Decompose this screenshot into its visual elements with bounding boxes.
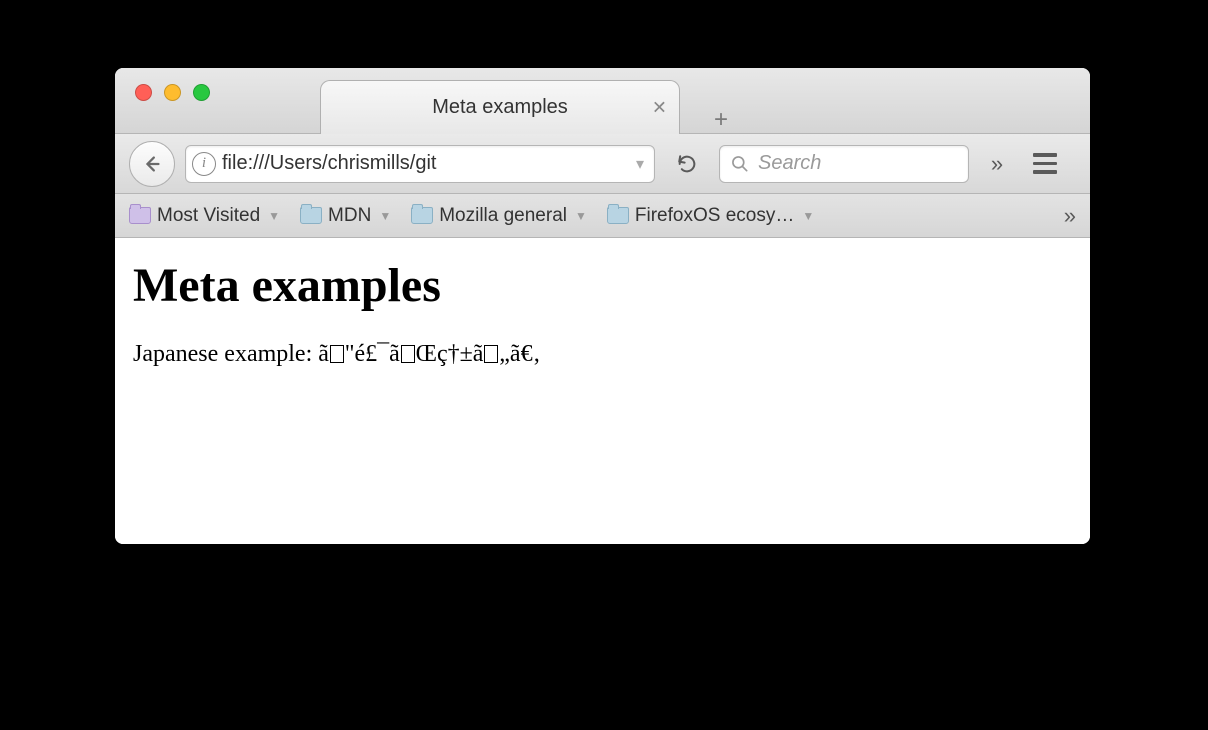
back-button[interactable] [129, 141, 175, 187]
bookmark-firefoxos[interactable]: FirefoxOS ecosy… ▼ [607, 205, 814, 227]
bookmark-label: MDN [328, 205, 371, 227]
close-window-button[interactable] [135, 84, 152, 101]
url-text: file:///Users/chrismills/git [222, 152, 626, 175]
paragraph-prefix: Japanese example: [133, 341, 318, 367]
minimize-window-button[interactable] [164, 84, 181, 101]
navigation-toolbar: i file:///Users/chrismills/git ▾ » [115, 134, 1090, 194]
page-content: Meta examples Japanese example: ã"é£¯ãŒç… [115, 238, 1090, 544]
titlebar: Meta examples ✕ + [115, 68, 1090, 134]
folder-icon [607, 207, 629, 224]
reload-icon [676, 153, 698, 175]
bookmark-mdn[interactable]: MDN ▼ [300, 205, 391, 227]
bookmarks-toolbar: Most Visited ▼ MDN ▼ Mozilla general ▼ F… [115, 194, 1090, 238]
tab-title: Meta examples [432, 96, 568, 119]
tab-strip: Meta examples ✕ + [320, 68, 734, 134]
search-bar[interactable] [719, 145, 969, 183]
browser-window: Meta examples ✕ + i file:///Users/chrism… [115, 68, 1090, 544]
hamburger-icon [1033, 153, 1057, 157]
reload-button[interactable] [665, 145, 709, 183]
mojibake-text: ã"é£¯ãŒç†±ã„ã€‚ [318, 341, 540, 367]
arrow-left-icon [141, 153, 163, 175]
folder-icon [129, 207, 151, 224]
window-controls [115, 68, 210, 101]
tofu-box-icon [484, 345, 498, 363]
chevron-down-icon: ▼ [575, 209, 587, 223]
chevron-down-icon: ▼ [379, 209, 391, 223]
folder-icon [300, 207, 322, 224]
search-input[interactable] [758, 152, 958, 175]
toolbar-overflow-button[interactable]: » [979, 151, 1015, 177]
site-info-icon[interactable]: i [192, 152, 216, 176]
chevron-down-icon: ▼ [802, 209, 814, 223]
bookmark-label: Mozilla general [439, 205, 567, 227]
chevron-down-icon: ▼ [268, 209, 280, 223]
folder-icon [411, 207, 433, 224]
hamburger-menu-button[interactable] [1025, 145, 1065, 183]
tofu-box-icon [330, 345, 344, 363]
url-dropdown-icon[interactable]: ▾ [632, 154, 648, 174]
bookmark-most-visited[interactable]: Most Visited ▼ [129, 205, 280, 227]
close-tab-button[interactable]: ✕ [652, 97, 667, 118]
bookmark-mozilla-general[interactable]: Mozilla general ▼ [411, 205, 587, 227]
page-heading: Meta examples [133, 258, 1072, 313]
search-icon [730, 154, 750, 174]
url-bar[interactable]: i file:///Users/chrismills/git ▾ [185, 145, 655, 183]
bookmarks-overflow-button[interactable]: » [1064, 203, 1076, 229]
maximize-window-button[interactable] [193, 84, 210, 101]
bookmark-label: FirefoxOS ecosy… [635, 205, 794, 227]
browser-tab[interactable]: Meta examples ✕ [320, 80, 680, 134]
tofu-box-icon [401, 345, 415, 363]
new-tab-button[interactable]: + [708, 108, 734, 134]
page-paragraph: Japanese example: ã"é£¯ãŒç†±ã„ã€‚ [133, 341, 1072, 368]
bookmark-label: Most Visited [157, 205, 260, 227]
